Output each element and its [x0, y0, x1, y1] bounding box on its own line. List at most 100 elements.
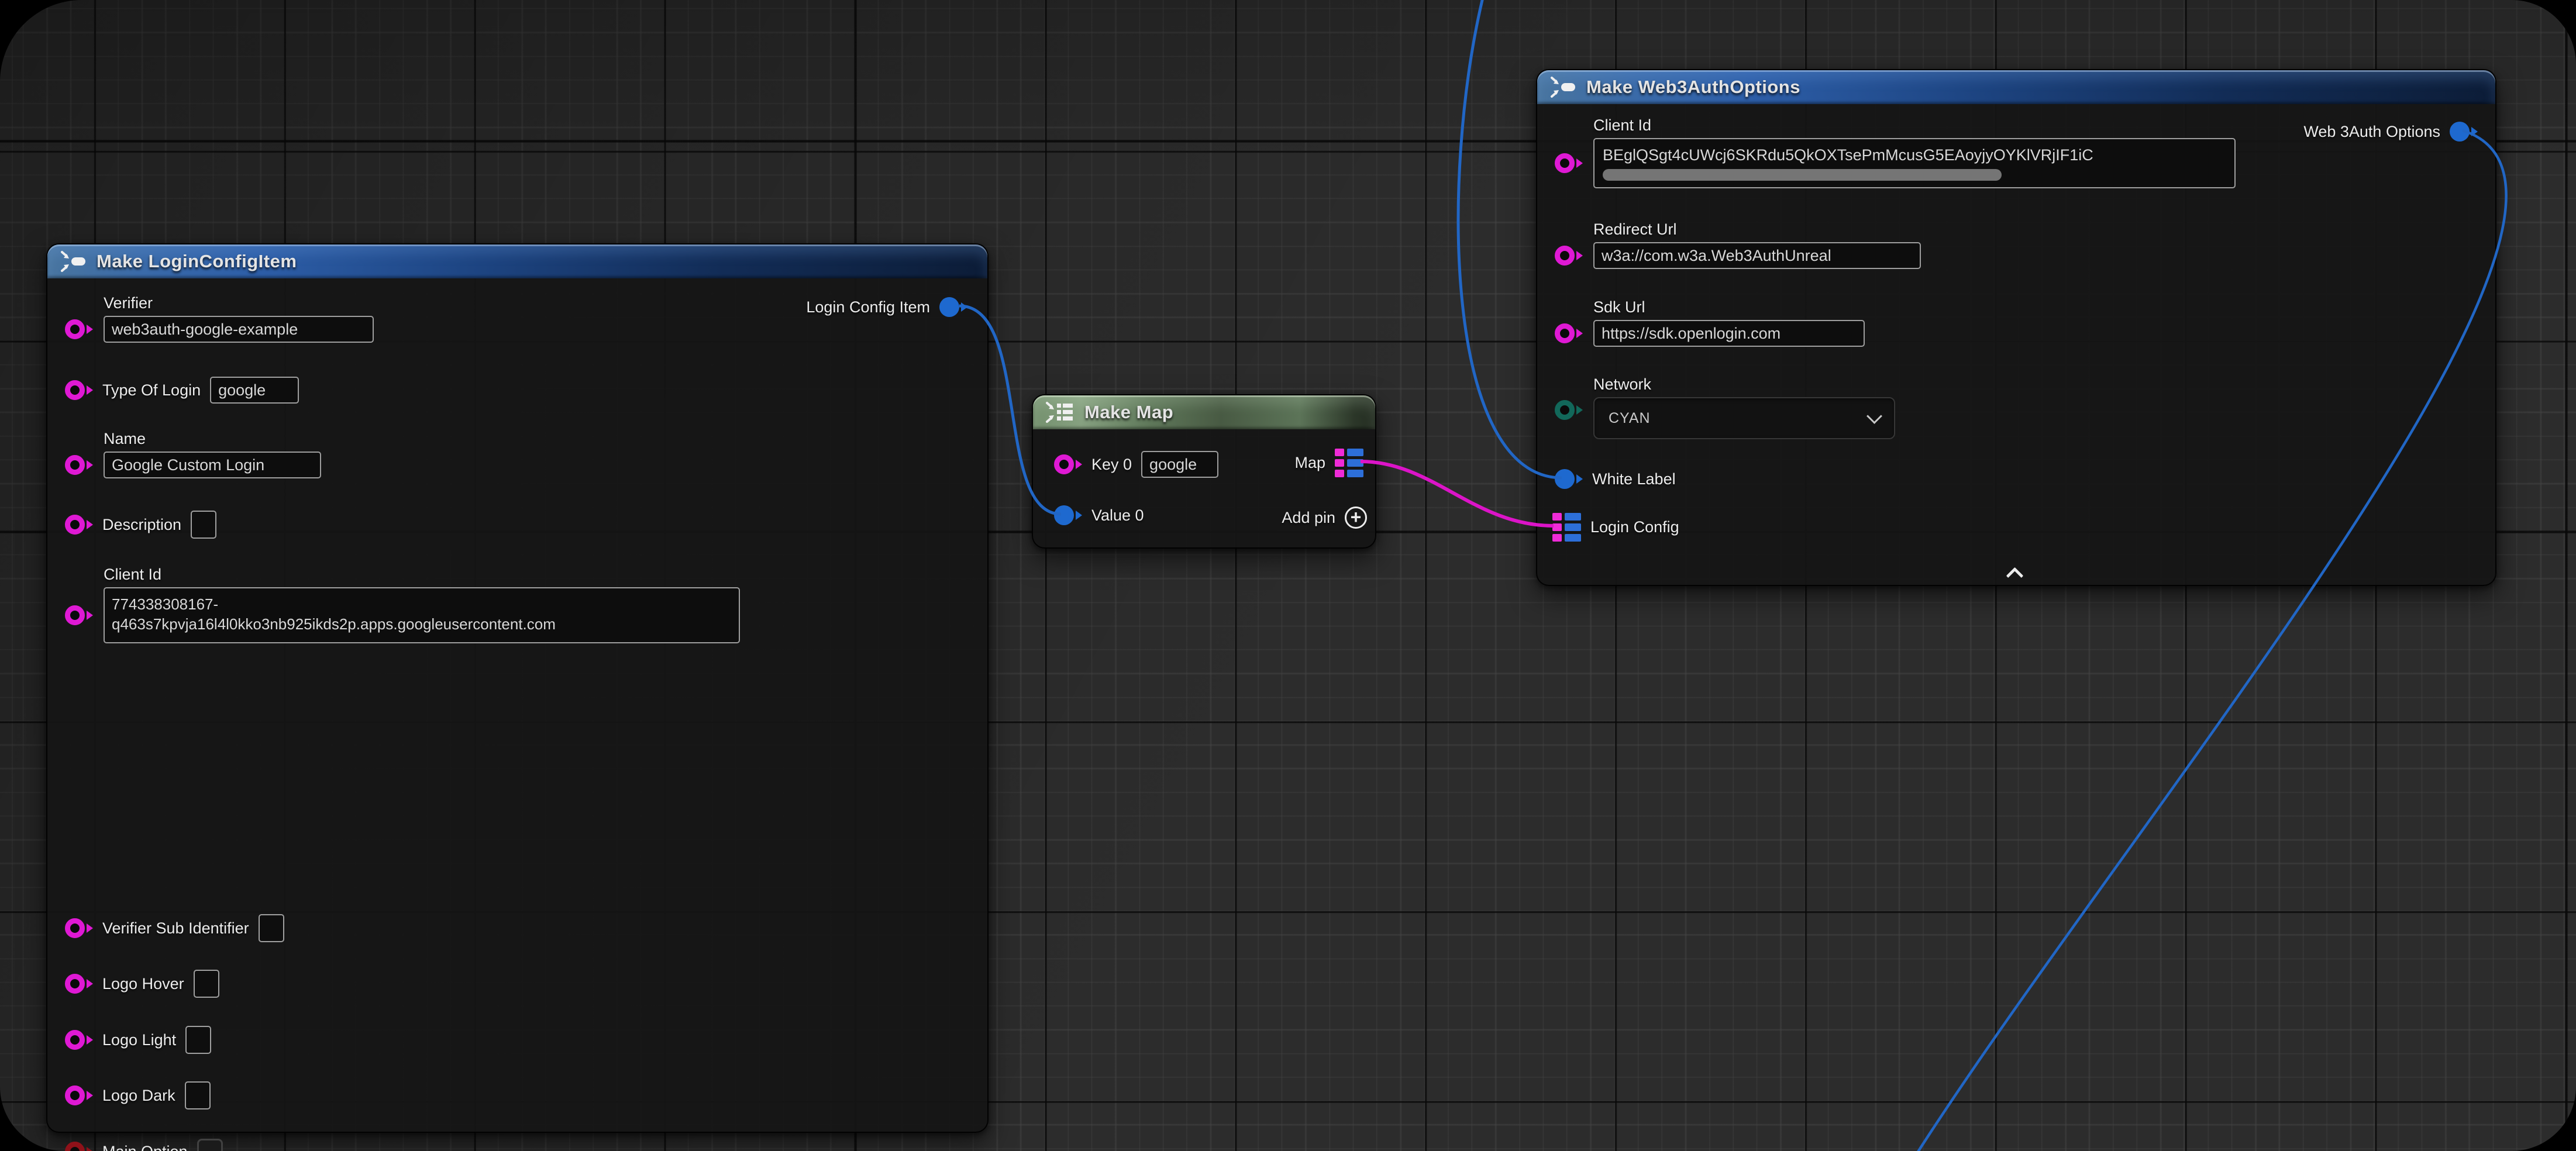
pin-label: Logo Light	[102, 1031, 176, 1049]
field-group-network: Network CYAN	[1593, 375, 1895, 439]
pin-row-logo-hover: Logo Hover	[65, 970, 219, 997]
node-make-map[interactable]: Make Map Key 0 google Map Value 0 Add pi…	[1032, 394, 1376, 549]
add-pin-row[interactable]: Add pin	[1282, 504, 1367, 531]
name-input[interactable]: Google Custom Login	[104, 452, 321, 478]
chevron-down-icon	[1866, 408, 1882, 424]
add-pin-label: Add pin	[1282, 508, 1335, 527]
make-map-icon	[1045, 401, 1075, 424]
node-header-make-loginconfigitem[interactable]: Make LoginConfigItem	[47, 244, 987, 278]
pin-label: Client Id	[1593, 116, 1651, 135]
logo-light-input[interactable]	[185, 1026, 211, 1054]
pin-row-description: Description	[65, 511, 216, 538]
pin-label: Logo Hover	[102, 974, 184, 993]
output-pin-label: Login Config Item	[806, 298, 930, 316]
pin-label: Network	[1593, 375, 1651, 394]
pin-row-logo-dark: Logo Dark	[65, 1082, 211, 1109]
pin-label: Description	[102, 515, 181, 534]
network-dropdown[interactable]: CYAN	[1593, 397, 1895, 439]
node-make-loginconfigitem[interactable]: Make LoginConfigItem Login Config Item V…	[46, 243, 989, 1133]
pin-row-white-label: White Label	[1555, 466, 1676, 492]
pin-label: Redirect Url	[1593, 220, 1677, 239]
logo-dark-pin[interactable]	[65, 1085, 93, 1105]
pin-label: Key 0	[1091, 455, 1132, 474]
add-pin-icon[interactable]	[1345, 506, 1367, 529]
client-id-input[interactable]: BEglQSgt4cUWcj6SKRdu5QkOXTsePmMcusG5EAoy…	[1593, 138, 2236, 188]
field-group-client-id: Client Id 774338308167- q463s7kpvja16l4l…	[104, 565, 740, 643]
key-0-input[interactable]: google	[1141, 451, 1218, 478]
pin-label: White Label	[1592, 470, 1676, 488]
pin-label: Type Of Login	[102, 381, 201, 399]
redirect-url-pin[interactable]	[1555, 246, 1583, 266]
pin-row-logo-light: Logo Light	[65, 1026, 211, 1053]
type-of-login-input[interactable]: google	[210, 377, 299, 404]
field-group-redirect-url: Redirect Url w3a://com.w3a.Web3AuthUnrea…	[1593, 220, 1921, 269]
logo-hover-pin[interactable]	[65, 974, 93, 994]
main-option-pin[interactable]	[65, 1142, 93, 1151]
type-of-login-pin[interactable]	[65, 380, 93, 400]
client-id-pin[interactable]	[65, 605, 93, 625]
verifier-sub-identifier-input[interactable]	[259, 914, 284, 942]
output-row-web3auth-options: Web 3Auth Options	[2303, 118, 2478, 145]
name-pin[interactable]	[65, 455, 93, 475]
field-group-client-id: Client Id BEglQSgt4cUWcj6SKRdu5QkOXTsePm…	[1593, 116, 2236, 188]
blueprint-graph-canvas[interactable]: Make LoginConfigItem Login Config Item V…	[0, 0, 2576, 1151]
verifier-pin[interactable]	[65, 319, 93, 339]
logo-light-pin[interactable]	[65, 1030, 93, 1050]
pin-row-value-0: Value 0	[1054, 502, 1144, 529]
client-id-input[interactable]: 774338308167- q463s7kpvja16l4l0kko3nb925…	[104, 587, 740, 643]
pin-row-key-0: Key 0 google	[1054, 451, 1218, 478]
description-pin[interactable]	[65, 515, 93, 535]
node-header-make-web3authoptions[interactable]: Make Web3AuthOptions	[1537, 70, 2495, 104]
pin-label: Name	[104, 429, 146, 448]
input-value-line1: 774338308167-	[112, 594, 732, 614]
pin-row-main-option: Main Option	[65, 1138, 223, 1151]
node-header-make-map[interactable]: Make Map	[1033, 395, 1375, 429]
field-group-name: Name Google Custom Login	[104, 429, 321, 478]
redirect-url-input[interactable]: w3a://com.w3a.Web3AuthUnreal	[1593, 242, 1921, 269]
pin-label: Verifier	[104, 294, 153, 312]
horizontal-scrollbar[interactable]	[1603, 169, 2002, 181]
node-make-web3authoptions[interactable]: Make Web3AuthOptions Web 3Auth Options C…	[1536, 69, 2496, 586]
pin-label: Main Option	[102, 1142, 188, 1151]
logo-hover-input[interactable]	[194, 970, 219, 998]
logo-dark-input[interactable]	[185, 1081, 211, 1109]
network-selected-value: CYAN	[1609, 410, 1651, 427]
sdk-url-input[interactable]: https://sdk.openlogin.com	[1593, 320, 1865, 347]
collapse-chevron-icon[interactable]	[2007, 565, 2023, 580]
input-value: w3a://com.w3a.Web3AuthUnreal	[1602, 247, 1831, 265]
sdk-url-pin[interactable]	[1555, 323, 1583, 343]
wire-map-to-loginconfig[interactable]	[1361, 461, 1554, 526]
input-value: https://sdk.openlogin.com	[1602, 325, 1781, 343]
input-value: google	[1149, 456, 1197, 474]
node-title: Make Web3AuthOptions	[1586, 77, 1800, 98]
output-pin-label: Web 3Auth Options	[2303, 122, 2440, 141]
pin-label: Login Config	[1590, 518, 1679, 536]
description-input[interactable]	[191, 511, 216, 539]
pin-label: Verifier Sub Identifier	[102, 919, 249, 938]
client-id-pin[interactable]	[1555, 153, 1583, 173]
node-title: Make LoginConfigItem	[97, 251, 297, 272]
input-value-line2: q463s7kpvja16l4l0kko3nb925ikds2p.apps.go…	[112, 614, 732, 634]
pin-row-login-config: Login Config	[1552, 514, 1679, 540]
verifier-sub-identifier-pin[interactable]	[65, 918, 93, 938]
pin-label: Client Id	[104, 565, 161, 584]
pin-row-verifier-sub-identifier: Verifier Sub Identifier	[65, 915, 284, 942]
network-pin[interactable]	[1555, 400, 1583, 420]
input-value: Google Custom Login	[112, 456, 264, 474]
key-0-pin[interactable]	[1054, 454, 1082, 474]
verifier-input[interactable]: web3auth-google-example	[104, 316, 374, 343]
make-struct-icon	[59, 250, 87, 273]
input-value: google	[218, 381, 266, 399]
map-output-pin[interactable]	[1335, 449, 1363, 477]
input-value: BEglQSgt4cUWcj6SKRdu5QkOXTsePmMcusG5EAoy…	[1603, 146, 2226, 164]
output-pin-label: Map	[1294, 453, 1325, 472]
output-row-login-config-item: Login Config Item	[806, 294, 967, 321]
output-row-map: Map	[1294, 449, 1363, 476]
login-config-pin[interactable]	[1552, 513, 1581, 542]
make-struct-icon	[1549, 75, 1577, 99]
node-title: Make Map	[1084, 402, 1173, 423]
field-group-verifier: Verifier web3auth-google-example	[104, 294, 374, 343]
pin-label: Value 0	[1091, 506, 1144, 525]
main-option-checkbox[interactable]	[197, 1139, 223, 1151]
input-value: web3auth-google-example	[112, 321, 298, 339]
